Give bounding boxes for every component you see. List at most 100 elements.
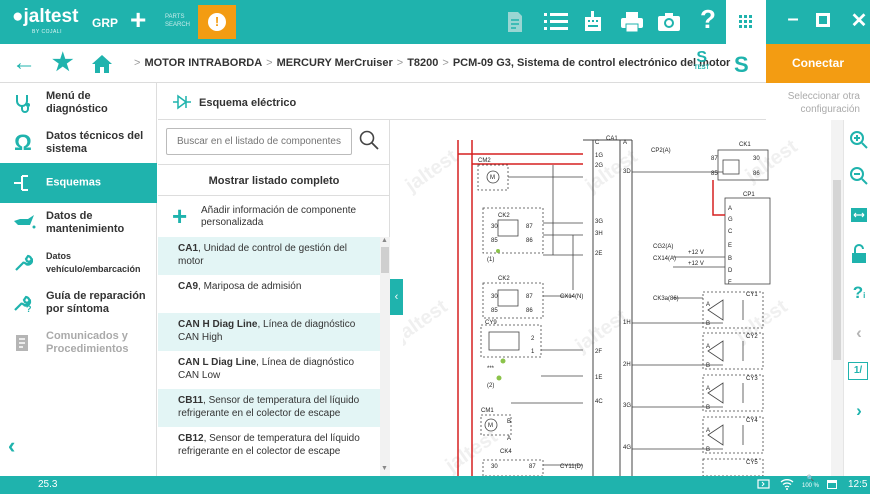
- zoom-status-icon: 🔍 100 %: [802, 476, 820, 489]
- document-icon[interactable]: [506, 11, 524, 38]
- pin-2e: 2E: [595, 251, 602, 257]
- next-page-icon[interactable]: ›: [848, 400, 870, 422]
- unlock-icon[interactable]: [848, 244, 870, 266]
- breadcrumb-separator: >: [266, 57, 273, 69]
- label-cg2a: CG2(A): [653, 244, 673, 250]
- collapse-list-tab[interactable]: ‹: [390, 279, 403, 315]
- list-item[interactable]: CA1, Unidad de control de gestión del mo…: [158, 237, 380, 275]
- breadcrumb-item-brand[interactable]: MERCURY MerCruiser: [277, 57, 393, 69]
- printer-icon[interactable]: [620, 11, 644, 38]
- add-plus-icon[interactable]: +: [130, 6, 146, 34]
- sidebar-item-technical-data[interactable]: Ω Datos técnicos del sistema: [0, 123, 157, 163]
- stethoscope-icon: [12, 93, 34, 117]
- sidebar-label: Datos técnicos del sistema: [46, 130, 144, 155]
- select-other-configuration-button[interactable]: Seleccionar otra configuración: [766, 84, 870, 120]
- back-arrow-icon[interactable]: ←: [12, 50, 36, 76]
- component-search-input[interactable]: [166, 128, 352, 155]
- calendar-icon: [826, 478, 838, 493]
- previous-page-icon[interactable]: ‹: [848, 322, 870, 344]
- diagram-scrollbar[interactable]: [831, 120, 843, 476]
- schematic-header: Esquema eléctrico: [158, 84, 766, 120]
- pin-1g: 1G: [595, 153, 603, 159]
- sidebar-item-vehicle-data[interactable]: Datos vehículo/embarcación: [0, 243, 157, 283]
- label-k30: 30: [753, 156, 760, 162]
- connect-button[interactable]: Conectar: [766, 44, 870, 83]
- scrollbar-thumb[interactable]: [381, 247, 389, 273]
- component-list-scrollbar[interactable]: ▲ ▼: [380, 237, 390, 476]
- sidebar-item-repair-guide[interactable]: ? Guía de reparación por síntoma: [0, 283, 157, 323]
- label-cy3-b: B: [706, 405, 710, 411]
- minimize-icon[interactable]: –: [778, 8, 808, 31]
- wrench-icon: [12, 253, 34, 277]
- status-bar: 25.3 🔍 100 % 12:5: [0, 476, 870, 494]
- label-pin1: 1: [531, 349, 535, 355]
- label-ck2-second: CK2: [498, 276, 510, 282]
- search-icon[interactable]: [358, 129, 380, 151]
- calculator-icon[interactable]: [582, 11, 604, 38]
- breadcrumb-item-ecu[interactable]: PCM-09 G3, Sistema de control electrónic…: [453, 57, 731, 69]
- label-cy3-a: A: [706, 386, 710, 392]
- label-85b: 85: [491, 308, 498, 314]
- green-marker: [500, 358, 506, 364]
- breadcrumb-separator: >: [396, 57, 404, 69]
- add-custom-component-button[interactable]: + Añadir información de componente perso…: [158, 198, 390, 236]
- favorite-star-icon[interactable]: ★: [52, 50, 74, 76]
- breadcrumb-bar: ← ★ > MOTOR INTRABORDA > MERCURY MerCruiser…: [0, 44, 870, 83]
- scroll-down-icon[interactable]: ▼: [381, 465, 388, 472]
- label-ck2: CK2: [498, 213, 510, 219]
- label-c: C: [595, 140, 600, 146]
- label-cp1: CP1: [743, 192, 755, 198]
- diagram-tools: ?i ‹ 1/ ›: [843, 120, 870, 476]
- version-label: 25.3: [38, 479, 58, 490]
- add-custom-component-label: Añadir información de componente persona…: [201, 205, 357, 228]
- help-icon[interactable]: ?: [700, 6, 716, 32]
- scroll-up-icon[interactable]: ▲: [381, 237, 388, 244]
- zoom-out-icon[interactable]: [848, 166, 870, 188]
- label-87: 87: [526, 224, 533, 230]
- page-indicator-icon[interactable]: 1/: [848, 362, 868, 380]
- breadcrumb-item-system[interactable]: MOTOR INTRABORDA: [144, 57, 262, 69]
- electrical-schematic[interactable]: jaltest jaltest jaltest jaltest jaltest …: [403, 120, 843, 476]
- list-icon[interactable]: [544, 11, 568, 38]
- close-icon[interactable]: ✕: [844, 8, 870, 33]
- component-description: Unidad de control de gestión del motor: [178, 243, 348, 267]
- component-description: Sensor de temperatura del líquido refrig…: [178, 433, 360, 457]
- maximize-icon[interactable]: [808, 8, 838, 33]
- alert-button[interactable]: !: [198, 5, 236, 39]
- label-cy11d: CY11(D): [560, 464, 583, 470]
- list-item[interactable]: CB12, Sensor de temperatura del líquido …: [158, 427, 380, 465]
- apps-button[interactable]: [726, 0, 766, 44]
- component-list: CA1, Unidad de control de gestión del mo…: [158, 237, 380, 476]
- sidebar-item-diagnostic-menu[interactable]: Menú de diagnóstico: [0, 83, 157, 123]
- svg-text:?: ?: [26, 304, 32, 313]
- fit-width-icon[interactable]: [848, 206, 870, 228]
- label-ck3a: CK3a(86): [653, 296, 679, 302]
- list-item[interactable]: CAN L Diag Line, Línea de diagnóstico CA…: [158, 351, 380, 389]
- list-item[interactable]: CAN H Diag Line, Línea de diagnóstico CA…: [158, 313, 380, 351]
- label-85: 85: [491, 238, 498, 244]
- label-cm2: CM2: [478, 158, 491, 164]
- s-test-button[interactable]: S TEST: [694, 50, 709, 72]
- sidebar-item-maintenance-data[interactable]: Datos de mantenimiento: [0, 203, 157, 243]
- list-item[interactable]: CB11, Sensor de temperatura del líquido …: [158, 389, 380, 427]
- parts-search-button[interactable]: PARTS SEARCH: [165, 13, 195, 29]
- label-k85: 85: [711, 171, 718, 177]
- battery-icon: [757, 478, 771, 493]
- help-info-icon[interactable]: ?i: [848, 282, 870, 304]
- collapse-sidebar-icon[interactable]: ‹: [8, 433, 15, 459]
- list-item[interactable]: CA9, Mariposa de admisión: [158, 275, 380, 313]
- s-diagnostic-icon[interactable]: S: [734, 52, 749, 78]
- schematic-icon: [12, 173, 34, 197]
- sidebar-label: Esquemas: [46, 176, 102, 189]
- label-cp1-d: D: [728, 268, 733, 274]
- breadcrumb-item-model[interactable]: T8200: [407, 57, 438, 69]
- diagram-scrollbar-thumb[interactable]: [833, 180, 841, 360]
- home-icon[interactable]: [91, 50, 113, 81]
- show-full-list-button[interactable]: Mostrar listado completo: [158, 164, 390, 196]
- zoom-in-icon[interactable]: [848, 130, 870, 152]
- sidebar-item-schematics[interactable]: Esquemas: [0, 163, 157, 203]
- label-cp1-f: F: [728, 280, 732, 286]
- camera-icon[interactable]: [657, 11, 681, 38]
- breadcrumb-separator: >: [442, 57, 449, 69]
- label-note-1: (1): [487, 257, 494, 263]
